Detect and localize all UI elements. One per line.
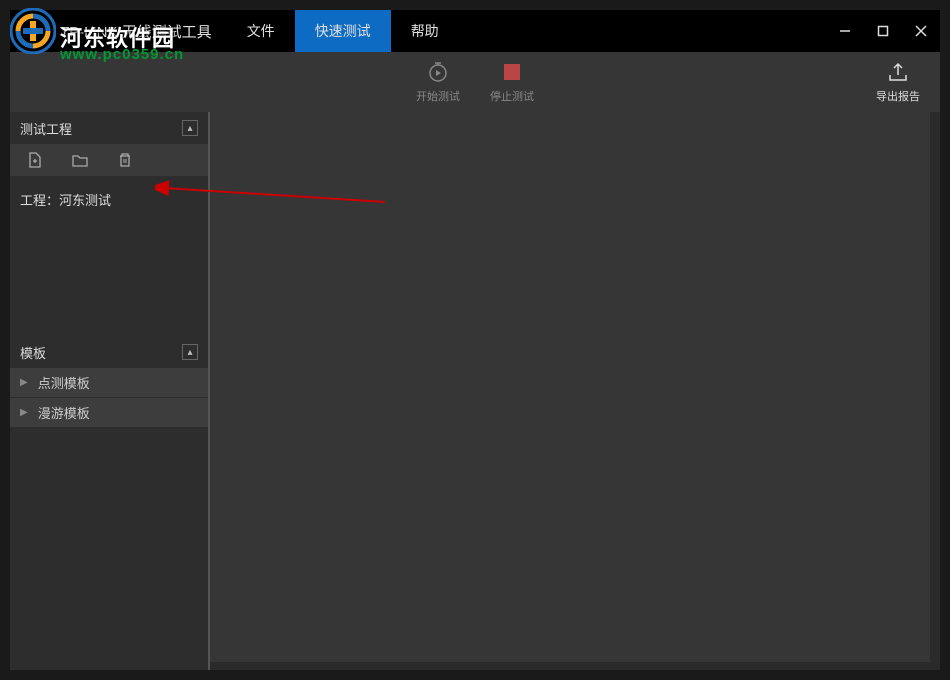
template-list: ▶ 点测模板 ▶ 漫游模板: [10, 368, 208, 428]
export-icon: [886, 60, 910, 84]
new-file-button[interactable]: [25, 150, 45, 170]
main-window: TP-LINK 无线测试工具 文件 快速测试 帮助: [10, 10, 940, 670]
menu-tabs: 文件 快速测试 帮助: [227, 10, 459, 52]
menu-file[interactable]: 文件: [227, 10, 295, 52]
stopwatch-icon: [426, 60, 450, 84]
export-report-label: 导出报告: [876, 88, 920, 104]
stop-icon: [500, 60, 524, 84]
project-list: 工程：河东测试: [10, 176, 208, 336]
delete-button[interactable]: [115, 150, 135, 170]
watermark-site-url: www.pc0359.cn: [60, 46, 184, 63]
start-test-label: 开始测试: [416, 88, 460, 104]
template-label: 点测模板: [38, 373, 90, 392]
menu-quick-test[interactable]: 快速测试: [295, 10, 391, 52]
scrollbar-vertical[interactable]: [930, 112, 940, 670]
close-button[interactable]: [902, 10, 940, 52]
project-section-header: 测试工程 ▴: [10, 112, 208, 144]
template-label: 漫游模板: [38, 403, 90, 422]
template-item-roaming[interactable]: ▶ 漫游模板: [10, 398, 208, 428]
maximize-button[interactable]: [864, 10, 902, 52]
stop-test-label: 停止测试: [490, 88, 534, 104]
watermark-logo: [10, 8, 56, 54]
stop-test-button[interactable]: 停止测试: [490, 60, 534, 104]
project-item[interactable]: 工程：河东测试: [20, 186, 198, 213]
template-item-point[interactable]: ▶ 点测模板: [10, 368, 208, 398]
collapse-icon[interactable]: ▴: [182, 344, 198, 360]
collapse-icon[interactable]: ▴: [182, 120, 198, 136]
window-controls: [826, 10, 940, 52]
chevron-right-icon: ▶: [20, 377, 28, 388]
template-section: 模板 ▴ ▶ 点测模板 ▶ 漫游模板: [10, 336, 208, 428]
project-section: 测试工程 ▴: [10, 112, 208, 336]
minimize-button[interactable]: [826, 10, 864, 52]
menu-help[interactable]: 帮助: [391, 10, 459, 52]
export-report-button[interactable]: 导出报告: [876, 60, 920, 104]
sidebar: 测试工程 ▴: [10, 112, 210, 670]
main-content: [210, 112, 940, 670]
chevron-right-icon: ▶: [20, 407, 28, 418]
open-folder-button[interactable]: [70, 150, 90, 170]
start-test-button[interactable]: 开始测试: [416, 60, 460, 104]
template-section-title: 模板: [20, 343, 46, 362]
content-area: 测试工程 ▴: [10, 112, 940, 670]
scrollbar-horizontal[interactable]: [210, 662, 940, 670]
project-toolbar: [10, 144, 208, 176]
project-section-title: 测试工程: [20, 119, 72, 138]
template-section-header: 模板 ▴: [10, 336, 208, 368]
toolbar-center: 开始测试 停止测试: [416, 60, 534, 104]
